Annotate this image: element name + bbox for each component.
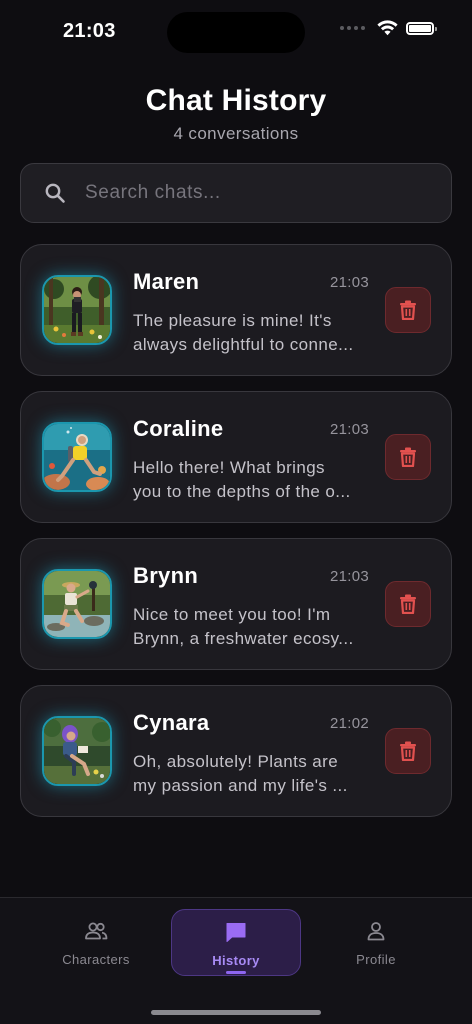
status-time: 21:03	[63, 20, 116, 42]
search-box[interactable]	[20, 163, 452, 223]
delete-chat-button[interactable]	[385, 581, 431, 627]
chat-item-coraline[interactable]: Coraline 21:03 Hello there! What brings …	[20, 391, 452, 523]
chat-preview: Hello there! What brings you to the dept…	[133, 456, 373, 504]
chat-preview-line: Oh, absolutely! Plants are	[133, 752, 339, 771]
delete-chat-button[interactable]	[385, 287, 431, 333]
tab-characters[interactable]: Characters	[31, 909, 161, 976]
chat-preview-line: Nice to meet you too! I'm	[133, 605, 331, 624]
chat-preview-line: you to the depths of the o...	[133, 482, 351, 501]
chat-name: Coraline	[133, 416, 224, 441]
search-icon	[44, 182, 66, 204]
avatar-maren[interactable]	[42, 275, 112, 345]
search-input[interactable]	[83, 181, 417, 205]
tab-label: Profile	[356, 952, 396, 967]
wifi-icon	[377, 20, 398, 36]
chat-item-brynn[interactable]: Brynn 21:03 Nice to meet you too! I'm Br…	[20, 538, 452, 670]
chat-name: Cynara	[133, 710, 210, 735]
status-bar: 21:03	[0, 0, 472, 64]
chat-list: Maren 21:03 The pleasure is mine! It's a…	[20, 244, 452, 832]
person-icon	[366, 919, 386, 943]
trash-icon	[400, 447, 416, 467]
chat-name: Brynn	[133, 563, 199, 588]
chat-item-maren[interactable]: Maren 21:03 The pleasure is mine! It's a…	[20, 244, 452, 376]
chat-preview: The pleasure is mine! It's always deligh…	[133, 309, 373, 357]
delete-chat-button[interactable]	[385, 728, 431, 774]
chat-item-cynara[interactable]: Cynara 21:02 Oh, absolutely! Plants are …	[20, 685, 452, 817]
people-icon	[84, 919, 108, 943]
tab-profile[interactable]: Profile	[311, 909, 441, 976]
chat-preview-line: The pleasure is mine! It's	[133, 311, 332, 330]
avatar-brynn[interactable]	[42, 569, 112, 639]
chat-preview-line: my passion and my life's ...	[133, 776, 348, 795]
chat-preview-line: Hello there! What brings	[133, 458, 325, 477]
delete-chat-button[interactable]	[385, 434, 431, 480]
trash-icon	[400, 741, 416, 761]
active-tab-indicator	[226, 971, 246, 974]
status-icons	[340, 20, 437, 36]
tab-label: History	[212, 953, 260, 968]
avatar-cynara[interactable]	[42, 716, 112, 786]
conversation-count: 4 conversations	[173, 124, 299, 143]
chat-timestamp: 21:03	[330, 568, 370, 585]
tab-history[interactable]: History	[171, 909, 301, 976]
chat-timestamp: 21:03	[330, 274, 370, 291]
chat-timestamp: 21:03	[330, 421, 370, 438]
cellular-signal-icon	[340, 26, 365, 30]
chat-bubble-icon	[224, 920, 248, 944]
page-title: Chat History	[145, 84, 327, 117]
chat-timestamp: 21:02	[330, 715, 370, 732]
chat-preview: Nice to meet you too! I'm Brynn, a fresh…	[133, 603, 373, 651]
chat-preview-line: Brynn, a freshwater ecosy...	[133, 629, 354, 648]
trash-icon	[400, 594, 416, 614]
battery-icon	[406, 21, 437, 35]
chat-preview-line: always delightful to conne...	[133, 335, 354, 354]
trash-icon	[400, 300, 416, 320]
header: Chat History 4 conversations	[0, 82, 472, 144]
tab-label: Characters	[62, 952, 130, 967]
home-indicator[interactable]	[151, 1010, 321, 1015]
dynamic-island	[167, 12, 305, 53]
chat-name: Maren	[133, 269, 200, 294]
bottom-nav: Characters History Profile	[0, 897, 472, 1024]
chat-preview: Oh, absolutely! Plants are my passion an…	[133, 750, 373, 798]
avatar-coraline[interactable]	[42, 422, 112, 492]
